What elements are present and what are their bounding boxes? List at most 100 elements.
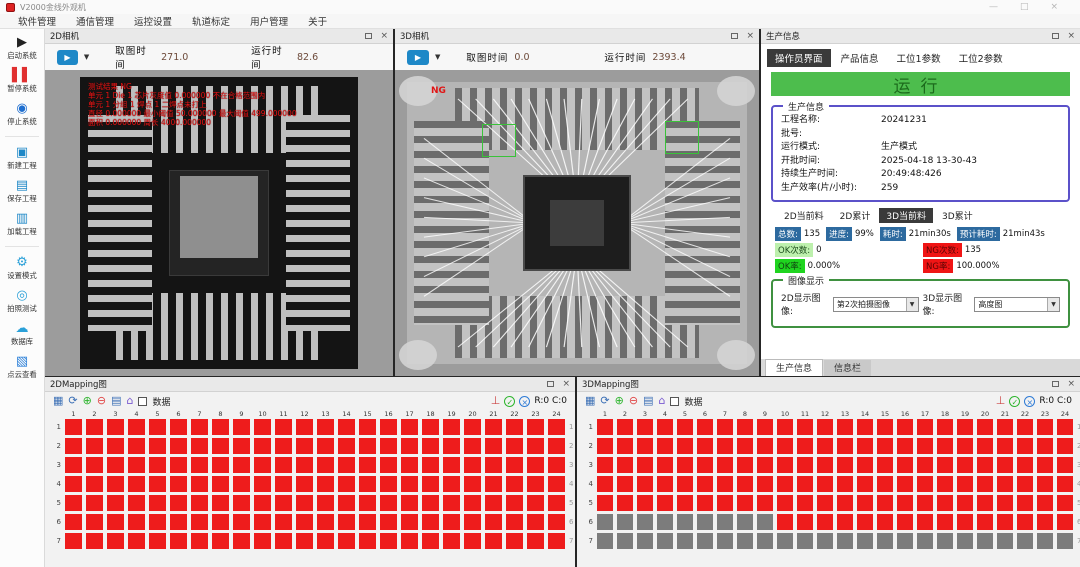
close-panel-icon[interactable]: × [1067, 380, 1075, 389]
mapping-cell [128, 419, 145, 435]
sidebar-item-load-project[interactable]: ▥加载工程 [0, 211, 45, 237]
column-header: 17 [917, 410, 933, 418]
menu-item[interactable]: 关于 [298, 13, 337, 29]
float-panel-icon[interactable] [1052, 33, 1059, 39]
zoom-out-icon[interactable]: ⊖ [97, 395, 106, 407]
close-panel-icon[interactable]: × [562, 380, 570, 389]
close-panel-icon[interactable]: × [1067, 32, 1075, 41]
close-circle-icon[interactable]: × [1024, 396, 1035, 407]
mapping-cell [296, 495, 313, 511]
sidebar-item-new-project[interactable]: ▣新建工程 [0, 145, 45, 171]
display-2d-value: 第2次拍摄图像 [837, 299, 890, 310]
menu-item[interactable]: 轨道标定 [182, 13, 240, 29]
zoom-in-icon[interactable]: ⊕ [83, 395, 92, 407]
camera-test-icon: ◎ [16, 288, 27, 303]
maximize-button[interactable]: □ [1020, 2, 1029, 12]
close-panel-icon[interactable]: × [380, 32, 388, 41]
info-field: 运行模式:生产模式 [781, 141, 1060, 155]
mapping-cell [527, 514, 544, 530]
grid-icon[interactable]: ▦ [53, 395, 63, 407]
display-3d-select[interactable]: 高度图 ▼ [974, 297, 1060, 312]
mapping-cell [977, 438, 993, 454]
menu-item[interactable]: 用户管理 [240, 13, 298, 29]
mapping-cell [817, 476, 833, 492]
mapping-cell [937, 533, 953, 549]
mapping-cell [296, 419, 313, 435]
counter-tab-2D当前料[interactable]: 2D当前料 [777, 208, 831, 223]
home-view-icon[interactable]: ⌂ [126, 395, 133, 407]
float-panel-icon[interactable] [365, 33, 372, 39]
float-panel-icon[interactable] [547, 381, 554, 387]
mapping-cell [548, 438, 565, 454]
tab-工位2参数[interactable]: 工位2参数 [951, 49, 1011, 67]
mapping-cell [1057, 438, 1073, 454]
mapping-toolbar: ▦⟳⊕⊖▤⌂数据⊥✓×R:0 C:0 [45, 392, 575, 410]
column-header: 5 [149, 410, 166, 418]
sidebar-item-play-circle[interactable]: ▶启动系统 [0, 35, 45, 61]
float-panel-icon[interactable] [731, 33, 738, 39]
stats-row-1: 总数: 135 进度: 99% 耗时: 21min30s 预计耗时: 21min… [761, 225, 1080, 241]
menu-item[interactable]: 软件管理 [8, 13, 66, 29]
display-2d-select[interactable]: 第2次拍摄图像 ▼ [833, 297, 919, 312]
close-button[interactable]: × [1050, 2, 1058, 12]
info-field-value: 生产模式 [881, 141, 917, 155]
bottom-tab-生产信息[interactable]: 生产信息 [765, 359, 823, 376]
mapping-cell [422, 476, 439, 492]
column-header: 12 [296, 410, 313, 418]
mapping-cell [149, 514, 166, 530]
close-circle-icon[interactable]: × [519, 396, 530, 407]
save-image-icon[interactable]: ▤ [643, 395, 653, 407]
data-checkbox[interactable] [670, 397, 679, 406]
data-checkbox[interactable] [138, 397, 147, 406]
close-panel-icon[interactable]: × [746, 32, 754, 41]
mapping-cell [697, 533, 713, 549]
pan-icon[interactable]: ⟳ [600, 395, 609, 407]
chevron-down-icon[interactable]: ▼ [435, 53, 440, 61]
sidebar-item-camera-test[interactable]: ◎拍照测试 [0, 288, 45, 314]
ng-rate-value: 100.000% [956, 261, 999, 271]
sidebar-item-point-cloud[interactable]: ▧点云查看 [0, 354, 45, 380]
tab-产品信息[interactable]: 产品信息 [833, 49, 887, 67]
sidebar-item-stop-circle[interactable]: ◉停止系统 [0, 101, 45, 127]
mapping-cell [657, 438, 673, 454]
minimize-button[interactable]: — [989, 2, 998, 12]
sidebar-item-database-cloud[interactable]: ☁数据库 [0, 321, 45, 347]
mapping-cell [1017, 533, 1033, 549]
pan-icon[interactable]: ⟳ [68, 395, 77, 407]
camera-3d-image-area[interactable]: NG [395, 70, 759, 376]
check-circle-icon[interactable]: ✓ [1009, 396, 1020, 407]
menu-item[interactable]: 运控设置 [124, 13, 182, 29]
menu-item[interactable]: 通信管理 [66, 13, 124, 29]
check-circle-icon[interactable]: ✓ [504, 396, 515, 407]
grid-icon[interactable]: ▦ [585, 395, 595, 407]
camera-2d-title-bar: 2D相机 × [45, 29, 393, 44]
sidebar-item-save-project[interactable]: ▤保存工程 [0, 178, 45, 204]
row-label: 5 [583, 499, 593, 507]
home-view-icon[interactable]: ⌂ [658, 395, 665, 407]
camera-2d-toolbar: ▶ ▼ 取图时间 271.0 运行时间 82.6 [45, 44, 393, 70]
zoom-in-icon[interactable]: ⊕ [615, 395, 624, 407]
mapping-cell [443, 438, 460, 454]
mapping-cell [212, 419, 229, 435]
counter-tab-3D累计[interactable]: 3D累计 [935, 208, 980, 223]
save-image-icon[interactable]: ▤ [111, 395, 121, 407]
float-panel-icon[interactable] [1052, 381, 1059, 387]
sidebar-item-pause[interactable]: ▌▌暂停系统 [0, 68, 45, 94]
sidebar-item-settings-mode[interactable]: ⚙设置模式 [0, 255, 45, 281]
zoom-out-icon[interactable]: ⊖ [629, 395, 638, 407]
axis-icon[interactable]: ⊥ [491, 395, 501, 407]
counter-tab-2D累计[interactable]: 2D累计 [833, 208, 878, 223]
camera-2d-image-area[interactable]: 测试结果 NG单元 1 Die 1 芯片灰度值 0.000000 不在合格范围内… [45, 70, 393, 376]
tab-工位1参数[interactable]: 工位1参数 [889, 49, 949, 67]
capture-time-value: 0.0 [514, 52, 558, 63]
mapping-cell [697, 438, 713, 454]
tab-操作员界面[interactable]: 操作员界面 [767, 49, 831, 67]
camera-source-button[interactable]: ▶ [407, 50, 429, 65]
axis-icon[interactable]: ⊥ [996, 395, 1006, 407]
counter-tab-3D当前料[interactable]: 3D当前料 [879, 208, 933, 223]
mapping-cell [296, 438, 313, 454]
chevron-down-icon[interactable]: ▼ [84, 53, 89, 61]
mapping-cell [597, 476, 613, 492]
camera-source-button[interactable]: ▶ [57, 50, 78, 65]
bottom-tab-信息栏[interactable]: 信息栏 [824, 360, 871, 376]
